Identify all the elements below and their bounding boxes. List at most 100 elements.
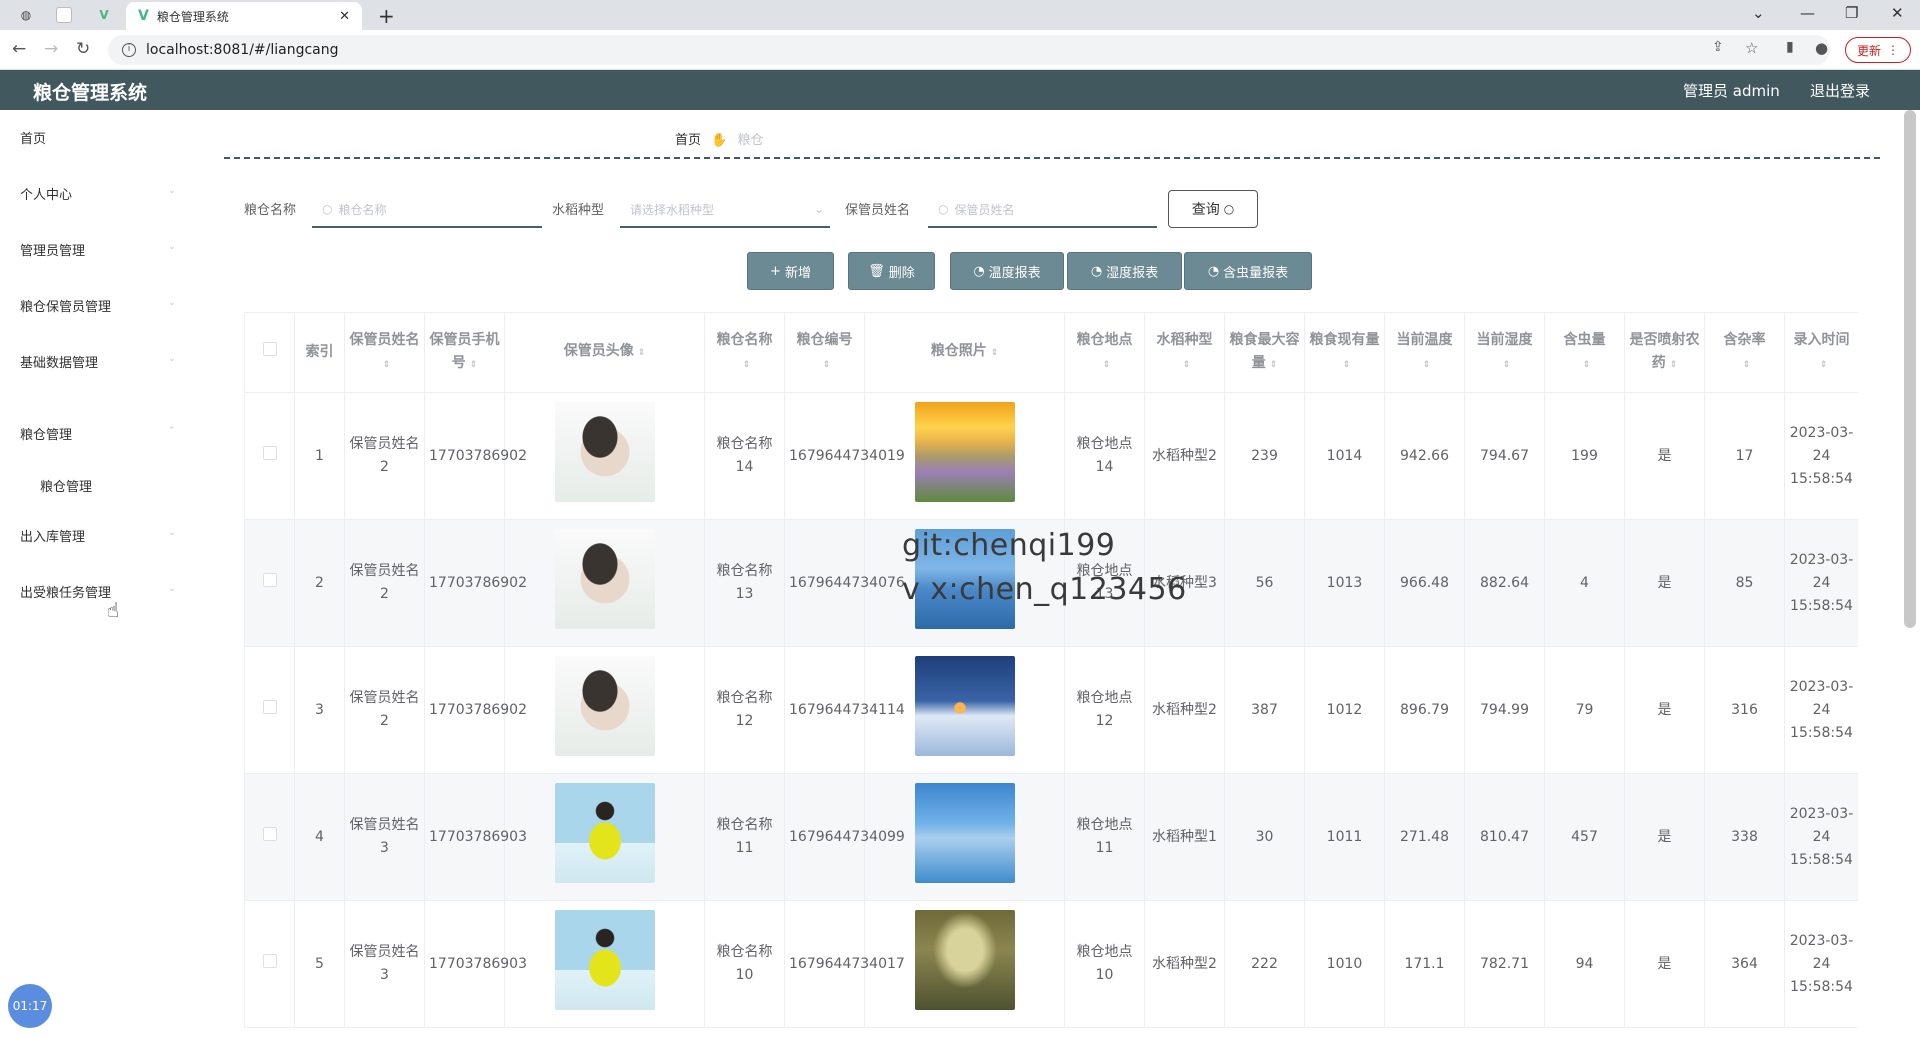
cell: 17703786902	[424, 519, 527, 647]
timer-badge[interactable]: 01:17	[8, 984, 52, 1028]
query-button[interactable]: 查询 ○	[1168, 190, 1258, 228]
avatar[interactable]	[504, 519, 705, 647]
reload-icon[interactable]: ↻	[76, 39, 90, 59]
col-header[interactable]: 含杂率 ⇕	[1704, 312, 1785, 393]
sort-icon: ⇕	[469, 359, 478, 370]
cell: 3	[294, 646, 345, 774]
sidebar-item-admin[interactable]: 管理员管理	[20, 240, 85, 259]
cell: 4	[1544, 519, 1625, 647]
col-header[interactable]: 保管员头像 ⇕	[504, 312, 705, 393]
more-icon: ⋮	[1887, 43, 1899, 57]
col-header[interactable]: 含虫量 ⇕	[1544, 312, 1625, 393]
window-close-icon[interactable]: ✕	[1891, 4, 1904, 22]
table-header-row: 索引 保管员姓名⇕ 保管员手机号 ⇕ 保管员头像 ⇕ 粮仓名称 ⇕ 粮仓编号 ⇕ 粮仓照…	[244, 312, 1858, 393]
sidebar-subitem-granary[interactable]: 粮仓管理	[40, 476, 92, 495]
watermark-line1: git:chenqi199	[902, 528, 1116, 563]
url-field[interactable]: i localhost:8081/#/liangcang	[108, 35, 1830, 65]
col-header[interactable]: 录入时间 ⇕	[1784, 312, 1858, 393]
cell: 1679644734017	[784, 900, 905, 1028]
col-header[interactable]: 水稻种型 ⇕	[1144, 312, 1225, 393]
close-icon[interactable]: ✕	[339, 9, 350, 24]
col-header[interactable]: 保管员手机号 ⇕	[424, 312, 505, 393]
cell: 保管员姓名2	[344, 392, 425, 520]
sort-icon: ⇕	[1742, 359, 1751, 370]
delete-label: 删除	[888, 265, 915, 281]
update-button[interactable]: 更新 ⋮	[1845, 37, 1911, 63]
breadcrumb-home[interactable]: 首页	[675, 133, 701, 148]
scrollbar[interactable]	[1904, 110, 1916, 628]
sidebar-item-basic-data[interactable]: 基础数据管理	[20, 352, 98, 371]
keeper-placeholder: 保管员姓名	[954, 202, 1015, 217]
col-header[interactable]: 粮仓名称 ⇕	[704, 312, 785, 393]
col-header[interactable]: 是否喷射农药 ⇕	[1624, 312, 1705, 393]
select-all-checkbox[interactable]	[244, 312, 295, 393]
cell: 794.99	[1464, 646, 1545, 774]
page-icon[interactable]	[56, 7, 72, 23]
row-checkbox[interactable]	[244, 519, 295, 647]
temp-report-button[interactable]: ◔ 温度报表	[950, 252, 1064, 290]
cell: 是	[1624, 900, 1705, 1028]
forward-icon[interactable]: →	[44, 39, 58, 59]
row-checkbox[interactable]	[244, 646, 295, 774]
new-tab-icon[interactable]: +	[378, 4, 395, 28]
avatar[interactable]	[504, 646, 705, 774]
restore-icon[interactable]: ❐	[1845, 4, 1858, 22]
sort-icon: ⇕	[1502, 359, 1511, 370]
back-icon[interactable]: ←	[12, 39, 26, 59]
profile-icon[interactable]: ●	[1815, 39, 1828, 57]
cell: 粮仓名称12	[704, 646, 785, 774]
sidebar-item-keeper[interactable]: 粮仓保管员管理	[20, 296, 111, 315]
cell: 1011	[1304, 773, 1385, 901]
row-checkbox[interactable]	[244, 900, 295, 1028]
pie-chart-icon: ◔	[973, 263, 985, 279]
col-header[interactable]: 粮仓照片 ⇕	[864, 312, 1065, 393]
sidebar-item-home[interactable]: 首页	[20, 128, 46, 147]
row-checkbox[interactable]	[244, 773, 295, 901]
name-search-input[interactable]: ○ 粮仓名称	[312, 192, 542, 228]
add-button[interactable]: + 新增	[747, 252, 834, 290]
share-icon[interactable]: ⇪	[1712, 39, 1724, 55]
cell: 338	[1704, 773, 1785, 901]
col-header[interactable]: 当前湿度 ⇕	[1464, 312, 1545, 393]
cell: 94	[1544, 900, 1625, 1028]
globe-icon[interactable]: ◍	[18, 7, 34, 23]
avatar[interactable]	[504, 900, 705, 1028]
sidebar: 首页 个人中心 ⌄ 管理员管理 ⌄ 粮仓保管员管理 ⌄ 基础数据管理 ⌄ 粮仓管…	[0, 110, 200, 1038]
cell: 942.66	[1384, 392, 1465, 520]
chevron-down-icon: ⌄	[168, 242, 176, 252]
keeper-search-input[interactable]: ○ 保管员姓名	[928, 192, 1157, 228]
row-checkbox[interactable]	[244, 392, 295, 520]
avatar[interactable]	[504, 392, 705, 520]
cell: 保管员姓名3	[344, 900, 425, 1028]
cell: 4	[294, 773, 345, 901]
info-icon[interactable]: i	[122, 43, 136, 57]
delete-button[interactable]: 🗑 删除	[848, 252, 935, 290]
pie-chart-icon: ◔	[1090, 263, 1103, 279]
chevron-down-icon[interactable]: ⌄	[1752, 4, 1765, 22]
sidebar-item-inout[interactable]: 出入库管理	[20, 526, 85, 545]
minimize-icon[interactable]: —	[1800, 4, 1815, 22]
star-icon[interactable]: ☆	[1745, 39, 1758, 57]
col-header[interactable]: 粮仓地点 ⇕	[1064, 312, 1145, 393]
insect-report-button[interactable]: ◔ 含虫量报表	[1184, 252, 1312, 290]
cell: 56	[1224, 519, 1305, 647]
sidebar-item-granary[interactable]: 粮仓管理	[20, 424, 72, 443]
browser-tab-active[interactable]: V 粮仓管理系统 ✕	[126, 2, 362, 30]
watermark-line2: v x:chen_q123456	[902, 572, 1187, 607]
vue-icon[interactable]: V	[96, 7, 112, 23]
keeper-label: 保管员姓名	[845, 203, 911, 218]
sidepanel-icon[interactable]: ▮	[1786, 39, 1794, 55]
avatar[interactable]	[504, 773, 705, 901]
col-header[interactable]: 粮食现有量⇕	[1304, 312, 1385, 393]
pie-chart-icon: ◔	[1207, 263, 1220, 279]
chevron-down-icon: ⌄	[168, 584, 176, 594]
sidebar-item-profile[interactable]: 个人中心	[20, 184, 72, 203]
humidity-report-button[interactable]: ◔ 湿度报表	[1067, 252, 1182, 290]
col-header[interactable]: 粮食最大容量 ⇕	[1224, 312, 1305, 393]
col-header[interactable]: 保管员姓名⇕	[344, 312, 425, 393]
col-header[interactable]: 当前温度 ⇕	[1384, 312, 1465, 393]
logout-link[interactable]: 退出登录	[1810, 80, 1870, 101]
type-select[interactable]: 请选择水稻种型 ⌄	[620, 192, 830, 228]
col-header[interactable]: 粮仓编号 ⇕	[784, 312, 865, 393]
sidebar-item-tasks[interactable]: 出受粮任务管理	[20, 582, 111, 601]
